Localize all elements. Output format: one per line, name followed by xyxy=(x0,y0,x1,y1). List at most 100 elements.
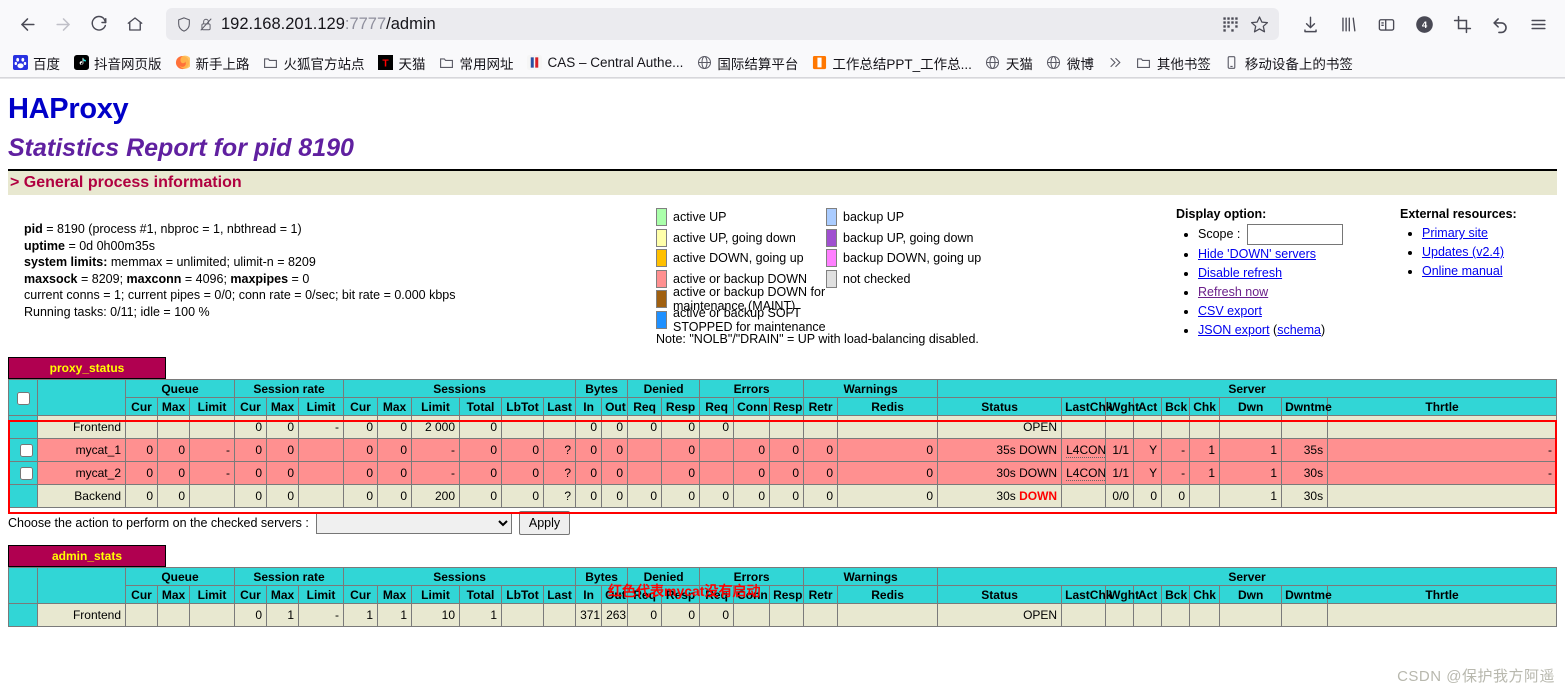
chevron-double-right-icon[interactable] xyxy=(1107,55,1123,71)
bookmark-item-11[interactable] xyxy=(1102,52,1128,74)
action-select[interactable] xyxy=(315,512,512,534)
cell-total: 0 xyxy=(459,415,502,439)
cell-redis: 0 xyxy=(837,438,939,462)
refresh-now-link[interactable]: Refresh now xyxy=(1198,285,1268,299)
cell-lastchk xyxy=(1061,484,1107,508)
bookmark-item-0[interactable]: 百度 xyxy=(7,50,65,76)
red-notice-text: 红色代表mycat没有启动 xyxy=(608,583,761,599)
screenshot-crop-icon[interactable] xyxy=(1445,7,1479,41)
bookmark-item-3[interactable]: 火狐官方站点 xyxy=(258,50,370,76)
forward-button[interactable] xyxy=(46,7,80,41)
action-bar-label: Choose the action to perform on the chec… xyxy=(8,516,309,530)
select-all-header[interactable] xyxy=(8,379,38,416)
select-all-checkbox[interactable] xyxy=(16,391,30,405)
general-info-heading: > General process information xyxy=(8,171,1557,195)
cell-lbtot: 0 xyxy=(501,438,544,462)
bookmark-item-13[interactable]: 移动设备上的书签 xyxy=(1219,50,1358,76)
address-bar[interactable]: 192.168.201.129:7777/admin xyxy=(166,8,1279,40)
cell-cur: 0 xyxy=(125,461,158,485)
cell-status: 30s DOWN xyxy=(937,484,1063,508)
cell-resp: 0 xyxy=(769,484,805,508)
sidebar-icon[interactable] xyxy=(1369,7,1403,41)
group-header-server: Server xyxy=(937,379,1557,398)
json-export-link[interactable]: JSON export xyxy=(1198,323,1270,337)
column-header-act: Act xyxy=(1133,397,1163,416)
row-select-cell[interactable] xyxy=(8,603,38,627)
bookmark-item-8[interactable]: 工作总结PPT_工作总... xyxy=(806,50,977,76)
downloads-icon[interactable] xyxy=(1293,7,1327,41)
column-header-resp: Resp xyxy=(661,397,701,416)
bookmark-item-4[interactable]: T 天猫 xyxy=(373,50,431,76)
column-header-chk: Chk xyxy=(1189,585,1221,604)
back-button[interactable] xyxy=(10,7,44,41)
cell-resp: 0 xyxy=(661,603,701,627)
undo-arrow-icon[interactable] xyxy=(1483,7,1517,41)
column-header-wght: Wght xyxy=(1105,397,1139,416)
column-header-cur: Cur xyxy=(125,585,158,604)
group-header-server: Server xyxy=(937,567,1557,586)
column-header-dwn: Dwn xyxy=(1219,397,1283,416)
bookmark-item-9[interactable]: 天猫 xyxy=(980,50,1038,76)
table-row: Frontend 0 1-1 1 10 1 371 263 0 0 0 OPEN xyxy=(8,603,1557,627)
cell-bck: - xyxy=(1161,438,1191,462)
bookmark-item-10[interactable]: 微博 xyxy=(1041,50,1099,76)
bookmark-label: 抖音网页版 xyxy=(94,56,162,72)
row-select-cell[interactable] xyxy=(8,484,38,508)
group-header-session-rate: Session rate xyxy=(234,567,344,586)
cell-total: 1 xyxy=(459,603,502,627)
bookmark-item-6[interactable]: CAS – Central Authe... xyxy=(522,52,689,74)
cell-cur: 0 xyxy=(234,461,267,485)
cell-out: 0 xyxy=(601,461,629,485)
cell-retr: 0 xyxy=(803,438,839,462)
column-header-dwntme: Dwntme xyxy=(1281,585,1332,604)
hide-down-servers-link[interactable]: Hide 'DOWN' servers xyxy=(1198,247,1316,261)
column-header-limit: Limit xyxy=(411,397,460,416)
process-info-line-4: current conns = 1; current pipes = 0/0; … xyxy=(24,288,456,302)
csv-export-link[interactable]: CSV export xyxy=(1198,304,1262,318)
row-select-cell[interactable] xyxy=(8,415,38,439)
column-header-lbtot: LbTot xyxy=(501,397,544,416)
cell-thrtle xyxy=(1327,484,1557,508)
process-info-line-3: maxsock = 8209; maxconn = 4096; maxpipes… xyxy=(24,271,310,286)
qr-code-icon[interactable] xyxy=(1221,15,1240,34)
table-sub-header-row: Cur Max Limit Cur Max Limit Cur Max Limit Total Lb… xyxy=(9,397,1557,416)
bookmark-item-1[interactable]: 抖音网页版 xyxy=(68,50,167,76)
disable-refresh-link[interactable]: Disable refresh xyxy=(1198,266,1282,280)
row-checkbox[interactable] xyxy=(20,444,33,458)
cell-thrtle xyxy=(1327,415,1557,439)
bookmark-item-12[interactable]: 其他书签 xyxy=(1131,50,1216,76)
select-all-header[interactable] xyxy=(8,567,38,604)
row-select-cell[interactable] xyxy=(8,438,38,462)
library-icon[interactable] xyxy=(1331,7,1365,41)
home-button[interactable] xyxy=(118,7,152,41)
reload-button[interactable] xyxy=(82,7,116,41)
cell-req: 0 xyxy=(627,415,663,439)
cell-max: 0 xyxy=(157,484,190,508)
legend-label: not checked xyxy=(843,271,911,286)
cell-cur: 0 xyxy=(234,484,267,508)
menu-hamburger-icon[interactable] xyxy=(1521,7,1555,41)
primary-site-link[interactable]: Primary site xyxy=(1422,226,1488,240)
cell-max: 0 xyxy=(266,438,299,462)
column-header-max: Max xyxy=(377,585,412,604)
bookmark-star-icon[interactable] xyxy=(1250,15,1269,34)
column-header-cur: Cur xyxy=(234,585,267,604)
updates-link[interactable]: Updates (v2.4) xyxy=(1422,245,1504,259)
scope-input[interactable] xyxy=(1246,224,1343,245)
cell-total: 0 xyxy=(459,484,502,508)
row-checkbox[interactable] xyxy=(20,467,33,481)
bookmark-item-5[interactable]: 常用网址 xyxy=(434,50,519,76)
row-select-cell[interactable] xyxy=(8,461,38,485)
online-manual-link[interactable]: Online manual xyxy=(1422,264,1503,278)
bookmark-item-7[interactable]: 国际结算平台 xyxy=(691,50,803,76)
cell-last: ? xyxy=(542,461,577,485)
table-group-header-row: Queue Session rate Sessions Bytes Denied Erro… xyxy=(8,379,1557,416)
bookmark-item-2[interactable]: 新手上路 xyxy=(170,50,255,76)
apply-button[interactable]: Apply xyxy=(518,511,571,535)
container-badge-icon[interactable]: 4 xyxy=(1407,7,1441,41)
cell-limit xyxy=(189,415,235,439)
globe-icon xyxy=(696,55,712,71)
watermark: CSDN @保护我方阿遥 xyxy=(1397,668,1555,685)
json-schema-link[interactable]: schema xyxy=(1277,323,1321,337)
cell-cur: 0 xyxy=(234,603,267,627)
